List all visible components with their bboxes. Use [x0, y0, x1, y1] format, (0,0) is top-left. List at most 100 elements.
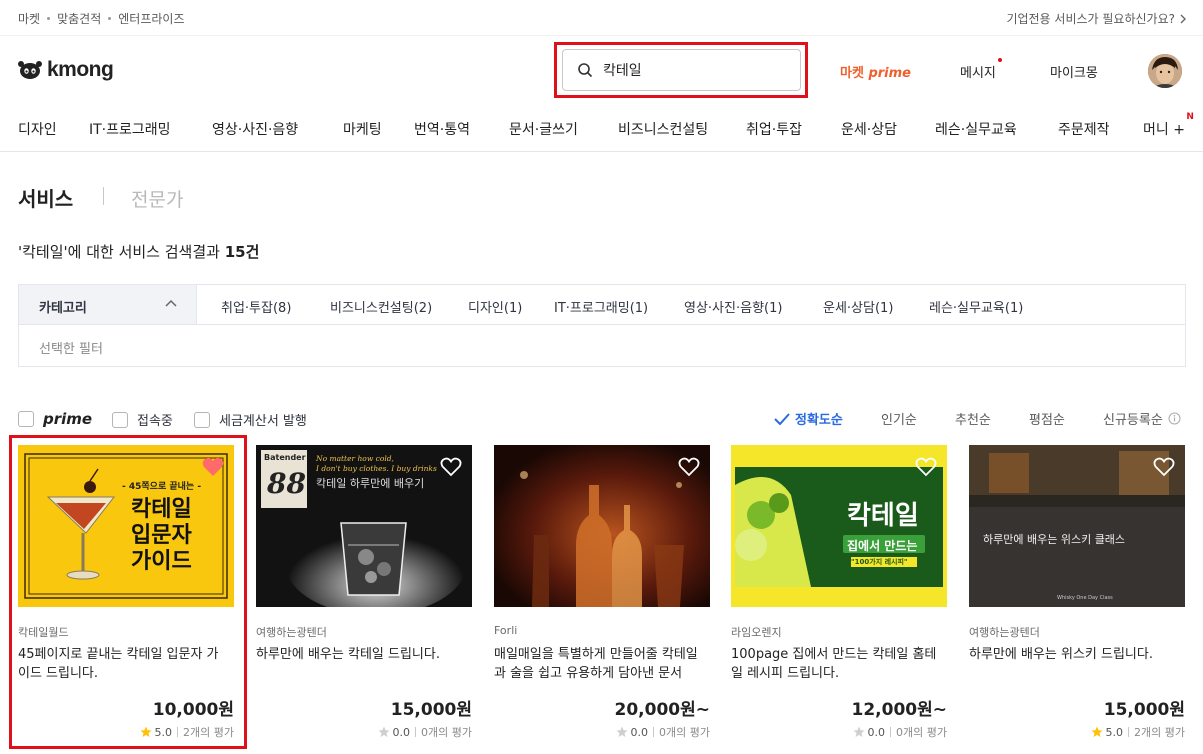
thumb-caption: Whisky One Day Class	[1057, 595, 1113, 601]
search-box[interactable]	[562, 49, 801, 91]
tab-service[interactable]: 서비스	[18, 183, 73, 212]
sort-newest[interactable]: 신규등록순	[1103, 409, 1181, 428]
result-count: 15건	[224, 243, 260, 261]
star-icon	[616, 726, 628, 737]
rating-score: 0.0	[392, 725, 411, 739]
seller-name[interactable]: 여행하는광텐더	[256, 624, 327, 640]
divider	[653, 727, 655, 737]
chip-design[interactable]: 디자인(1)	[468, 297, 522, 316]
service-card[interactable]: - 45쪽으로 끝내는 - 칵테일 입문자 가이드 칵테일월드 45페이지로 끝…	[18, 445, 234, 745]
star-icon	[853, 726, 865, 737]
category-money-plus-label: 머니 +	[1143, 122, 1185, 138]
card-thumbnail[interactable]: Batender 88 No matter how cold, I don't …	[256, 445, 472, 607]
review-count: 0개의 평가	[896, 726, 947, 739]
card-rating: 5.0 2개의 평가	[1091, 724, 1185, 740]
heart-outline-icon[interactable]	[440, 457, 462, 477]
category-business[interactable]: 비즈니스컨설팅	[618, 119, 708, 139]
tab-expert[interactable]: 전문가	[131, 185, 183, 212]
util-link-enterprise[interactable]: 엔터프라이즈	[118, 10, 184, 27]
thumb-title: 하루만에 배우는 위스키 클래스	[983, 533, 1126, 546]
seller-name[interactable]: Forli	[494, 624, 517, 637]
thumb-subtitle: 집에서 만드는	[847, 539, 918, 553]
category-jobs[interactable]: 취업·투잡	[746, 119, 802, 139]
category-custom[interactable]: 주문제작	[1058, 119, 1110, 139]
mykmong-link[interactable]: 마이크몽	[1050, 62, 1098, 81]
message-label: 메시지	[960, 66, 996, 81]
thumb-quote: No matter how cold, I don't buy clothes.…	[316, 454, 437, 474]
category-writing[interactable]: 문서·글쓰기	[509, 119, 578, 139]
card-rating: 5.0 2개의 평가	[140, 724, 234, 740]
card-price: 15,000원	[1103, 700, 1185, 720]
chip-video[interactable]: 영상·사진·음향(1)	[684, 297, 782, 316]
category-translation[interactable]: 번역·통역	[414, 119, 470, 139]
online-filter[interactable]: 접속중	[112, 410, 173, 429]
card-thumbnail[interactable]: 칵테일 집에서 만드는 "100가지 레시피"	[731, 445, 947, 607]
online-filter-label: 접속중	[137, 414, 173, 429]
card-title[interactable]: 하루만에 배우는 칵테일 드립니다.	[256, 645, 468, 683]
service-card[interactable]: Batender 88 No matter how cold, I don't …	[256, 445, 472, 745]
online-checkbox[interactable]	[112, 411, 128, 428]
util-link-quote[interactable]: 맞춤견적	[57, 10, 101, 27]
category-fortune[interactable]: 운세·상담	[841, 119, 897, 139]
card-thumbnail[interactable]: 하루만에 배우는 위스키 클래스 Whisky One Day Class	[969, 445, 1185, 607]
sort-rating[interactable]: 평점순	[1029, 409, 1065, 428]
enterprise-link-text: 기업전용 서비스가 필요하신가요?	[1006, 12, 1175, 26]
mykmong-label: 마이크몽	[1050, 66, 1098, 81]
heart-outline-icon[interactable]	[1153, 457, 1175, 477]
heart-filled-icon[interactable]	[202, 457, 224, 477]
seller-name[interactable]: 칵테일월드	[18, 624, 69, 640]
heart-outline-icon[interactable]	[678, 457, 700, 477]
chip-it[interactable]: IT·프로그래밍(1)	[554, 297, 648, 316]
utility-bar: 마켓 맞춤견적 엔터프라이즈 기업전용 서비스가 필요하신가요?	[0, 0, 1203, 36]
market-prime-link[interactable]: 마켓 prime	[840, 62, 911, 81]
avatar[interactable]	[1148, 54, 1182, 88]
category-it[interactable]: IT·프로그래밍	[89, 119, 171, 139]
chip-jobs[interactable]: 취업·투잡(8)	[221, 297, 291, 316]
chip-lessons[interactable]: 레슨·실무교육(1)	[929, 297, 1023, 316]
category-lessons[interactable]: 레슨·실무교육	[935, 119, 1017, 139]
card-title[interactable]: 매일매일을 특별하게 만들어줄 칵테일과 술을 쉽고 유용하게 담아낸 문서를…	[494, 645, 706, 683]
card-title[interactable]: 100page 집에서 만드는 칵테일 홈테일 레시피 드립니다.	[731, 645, 943, 683]
seller-name[interactable]: 라임오렌지	[731, 624, 782, 640]
seller-name[interactable]: 여행하는광텐더	[969, 624, 1040, 640]
sort-accuracy[interactable]: 정확도순	[774, 409, 843, 428]
card-thumbnail[interactable]: - 45쪽으로 끝내는 - 칵테일 입문자 가이드	[18, 445, 234, 607]
service-card[interactable]: 칵테일 집에서 만드는 "100가지 레시피" 라임오렌지 100page 집에…	[731, 445, 947, 745]
category-marketing[interactable]: 마케팅	[343, 119, 382, 139]
chevron-right-icon	[1180, 14, 1186, 23]
prime-checkbox[interactable]	[18, 411, 34, 427]
card-rating: 0.0 0개의 평가	[853, 724, 947, 740]
thumb-title-line: 칵테일	[131, 497, 192, 522]
enterprise-link[interactable]: 기업전용 서비스가 필요하신가요?	[1006, 10, 1187, 27]
new-badge: N	[1186, 112, 1194, 122]
message-link[interactable]: 메시지	[960, 58, 1002, 81]
kmong-logo[interactable]: kmong	[18, 58, 114, 82]
category-money-plus[interactable]: 머니 + N	[1143, 112, 1194, 139]
category-filter-toggle[interactable]: 카테고리	[19, 285, 197, 325]
prime-filter[interactable]: prime	[18, 410, 92, 428]
service-card[interactable]: Forli 매일매일을 특별하게 만들어줄 칵테일과 술을 쉽고 유용하게 담아…	[494, 445, 710, 745]
search-input[interactable]	[603, 62, 783, 78]
card-title[interactable]: 하루만에 배우는 위스키 드립니다.	[969, 645, 1181, 683]
util-link-market[interactable]: 마켓	[18, 10, 40, 27]
chip-fortune[interactable]: 운세·상담(1)	[823, 297, 893, 316]
tax-invoice-filter[interactable]: 세금계산서 발행	[194, 410, 307, 429]
selected-filters-label: 선택한 필터	[39, 342, 103, 357]
card-thumbnail[interactable]	[494, 445, 710, 607]
card-rating: 0.0 0개의 평가	[378, 724, 472, 740]
service-card[interactable]: 하루만에 배우는 위스키 클래스 Whisky One Day Class 여행…	[969, 445, 1185, 745]
heart-outline-icon[interactable]	[915, 457, 937, 477]
card-title[interactable]: 45페이지로 끝내는 칵테일 입문자 가이드 드립니다.	[18, 645, 230, 683]
separator-dot	[108, 17, 112, 20]
thumb-title: 칵테일 입문자 가이드	[131, 497, 192, 575]
info-icon[interactable]	[1168, 412, 1181, 425]
sort-recommended[interactable]: 추천순	[955, 409, 991, 428]
thumb-quote-line: I don't buy clothes. I buy drinks	[316, 464, 437, 473]
review-count: 0개의 평가	[421, 726, 472, 739]
thumb-title-line: 가이드	[131, 549, 192, 574]
sort-popular[interactable]: 인기순	[881, 409, 917, 428]
category-design[interactable]: 디자인	[18, 119, 57, 139]
chip-business[interactable]: 비즈니스컨설팅(2)	[330, 297, 432, 316]
category-video[interactable]: 영상·사진·음향	[212, 119, 298, 139]
tax-invoice-checkbox[interactable]	[194, 411, 210, 428]
